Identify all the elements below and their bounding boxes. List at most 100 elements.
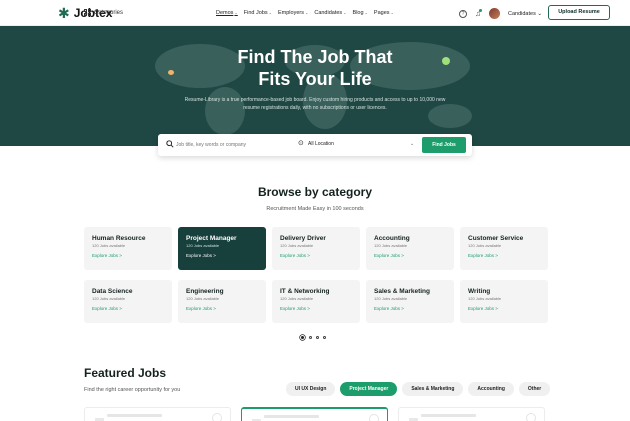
chevron-down-icon: ⌄ xyxy=(234,10,238,15)
category-card-engineering[interactable]: Engineering 120 Jobs available Explore J… xyxy=(178,280,266,323)
bookmark-icon[interactable] xyxy=(369,414,379,421)
menu-label: Blog xyxy=(352,10,364,16)
explore-jobs-link[interactable]: Explore Jobs > xyxy=(374,253,446,259)
category-card-customer-service[interactable]: Customer Service 120 Jobs available Expl… xyxy=(460,227,548,270)
job-card[interactable] xyxy=(398,407,545,421)
category-card-human-resource[interactable]: Human Resource 120 Jobs available Explor… xyxy=(84,227,172,270)
category-section-subtitle: Recruitment Made Easy in 100 seconds xyxy=(266,206,364,212)
explore-jobs-link[interactable]: Explore Jobs > xyxy=(374,306,446,312)
category-count: 120 Jobs available xyxy=(186,243,220,248)
category-name: Project Manager xyxy=(186,235,237,242)
explore-jobs-link[interactable]: Explore Jobs > xyxy=(92,306,164,312)
chevron-down-icon: ⌄ xyxy=(390,10,394,15)
grid-icon xyxy=(84,9,91,16)
category-count: 120 Jobs available xyxy=(468,296,502,301)
find-jobs-button[interactable]: Find Jobs xyxy=(422,137,466,153)
categories-label: Categories xyxy=(94,9,124,16)
avatar[interactable] xyxy=(489,8,500,19)
category-count: 120 Jobs available xyxy=(92,243,126,248)
category-count: 120 Jobs available xyxy=(374,296,408,301)
bell-icon[interactable]: ♫ xyxy=(475,8,482,18)
hero-title-line1: Find The Job That xyxy=(237,47,393,67)
featured-jobs-subtitle: Find the right career opportunity for yo… xyxy=(84,387,181,393)
bookmark-icon[interactable] xyxy=(526,413,536,421)
menu-item-find-jobs[interactable]: Find Jobs⌄ xyxy=(244,10,272,16)
menu-label: Employers xyxy=(278,10,304,16)
search-icon xyxy=(166,140,174,148)
category-card-sales-marketing[interactable]: Sales & Marketing 120 Jobs available Exp… xyxy=(366,280,454,323)
category-name: Delivery Driver xyxy=(280,235,326,242)
pagination-dot-active[interactable] xyxy=(300,335,305,340)
category-name: IT & Networking xyxy=(280,288,330,295)
category-card-it-networking[interactable]: IT & Networking 120 Jobs available Explo… xyxy=(272,280,360,323)
explore-jobs-link[interactable]: Explore Jobs > xyxy=(468,253,540,259)
job-search-bar: ⊙ All Location ⌄ Find Jobs xyxy=(158,134,472,156)
category-count: 120 Jobs available xyxy=(186,296,220,301)
location-pin-icon: ⊙ xyxy=(298,140,304,147)
tab-other[interactable]: Other xyxy=(518,382,551,396)
explore-jobs-link[interactable]: Explore Jobs > xyxy=(280,253,352,259)
category-name: Data Science xyxy=(92,288,133,295)
explore-jobs-link[interactable]: Explore Jobs > xyxy=(92,253,164,259)
top-nav: ✱ Jobtex Categories Demos⌄ Find Jobs⌄ Em… xyxy=(0,0,630,26)
category-card-accounting[interactable]: Accounting 120 Jobs available Explore Jo… xyxy=(366,227,454,270)
explore-jobs-link[interactable]: Explore Jobs > xyxy=(186,253,258,259)
logo-icon: ✱ xyxy=(58,5,70,21)
hero-title-line2: Fits Your Life xyxy=(258,69,372,89)
chevron-down-icon: ⌄ xyxy=(304,10,309,15)
category-card-project-manager[interactable]: Project Manager 120 Jobs available Explo… xyxy=(178,227,266,270)
explore-jobs-link[interactable]: Explore Jobs > xyxy=(186,306,258,312)
user-menu[interactable]: Candidates ⌄ xyxy=(508,11,542,17)
tab-accounting[interactable]: Accounting xyxy=(468,382,514,396)
category-card-delivery-driver[interactable]: Delivery Driver 120 Jobs available Explo… xyxy=(272,227,360,270)
nav-icons: ? ♫ Candidates ⌄ xyxy=(459,8,542,19)
menu-item-candidates[interactable]: Candidates⌄ xyxy=(314,10,346,16)
chevron-down-icon: ⌄ xyxy=(364,10,368,15)
help-icon[interactable]: ? xyxy=(459,9,467,18)
category-name: Human Resource xyxy=(92,235,146,242)
category-name: Customer Service xyxy=(468,235,524,242)
pagination-dot[interactable] xyxy=(316,336,319,339)
category-name: Writing xyxy=(468,288,491,295)
bookmark-icon[interactable] xyxy=(212,413,222,421)
user-menu-label: Candidates xyxy=(508,10,536,17)
category-count: 120 Jobs available xyxy=(92,296,126,301)
location-select[interactable]: All Location xyxy=(308,141,334,147)
menu-label: Candidates xyxy=(314,10,343,16)
menu-item-employers[interactable]: Employers⌄ xyxy=(278,10,308,16)
explore-jobs-link[interactable]: Explore Jobs > xyxy=(280,306,352,312)
pagination-dot[interactable] xyxy=(323,336,326,339)
carousel-pagination xyxy=(300,335,326,340)
menu-item-blog[interactable]: Blog⌄ xyxy=(353,10,368,16)
job-card-header xyxy=(421,414,476,417)
hero-subtitle: Resume-Library is a true performance-bas… xyxy=(184,97,446,111)
featured-jobs-title: Featured Jobs xyxy=(84,366,167,380)
menu-item-pages[interactable]: Pages⌄ xyxy=(374,10,394,16)
job-card-header xyxy=(264,415,319,418)
category-card-writing[interactable]: Writing 120 Jobs available Explore Jobs … xyxy=(460,280,548,323)
chevron-down-icon: ⌄ xyxy=(537,10,542,17)
category-card-data-science[interactable]: Data Science 120 Jobs available Explore … xyxy=(84,280,172,323)
menu-label: Find Jobs xyxy=(243,10,268,16)
hero-banner: Find The Job That Fits Your Life Resume-… xyxy=(0,26,630,146)
job-card[interactable] xyxy=(241,407,388,421)
chevron-down-icon[interactable]: ⌄ xyxy=(410,141,414,147)
category-count: 120 Jobs available xyxy=(280,243,314,248)
category-name: Sales & Marketing xyxy=(374,288,430,295)
category-count: 120 Jobs available xyxy=(468,243,502,248)
job-card[interactable] xyxy=(84,407,231,421)
categories-menu[interactable]: Categories xyxy=(84,9,123,16)
menu-item-demos[interactable]: Demos⌄ xyxy=(216,10,238,16)
category-name: Accounting xyxy=(374,235,410,242)
upload-resume-button[interactable]: Upload Resume xyxy=(548,5,610,20)
tab-project-manager[interactable]: Project Manager xyxy=(340,382,398,396)
tab-sales-marketing[interactable]: Sales & Marketing xyxy=(402,382,464,396)
tab-ui-ux-design[interactable]: UI UX Design xyxy=(286,382,336,396)
explore-jobs-link[interactable]: Explore Jobs > xyxy=(468,306,540,312)
featured-filter-tabs: UI UX Design Project Manager Sales & Mar… xyxy=(286,382,551,396)
notification-dot xyxy=(479,8,482,12)
main-menu: Demos⌄ Find Jobs⌄ Employers⌄ Candidates⌄… xyxy=(216,10,394,16)
category-name: Engineering xyxy=(186,288,224,295)
pagination-dot[interactable] xyxy=(309,336,312,339)
search-input[interactable] xyxy=(176,140,286,150)
